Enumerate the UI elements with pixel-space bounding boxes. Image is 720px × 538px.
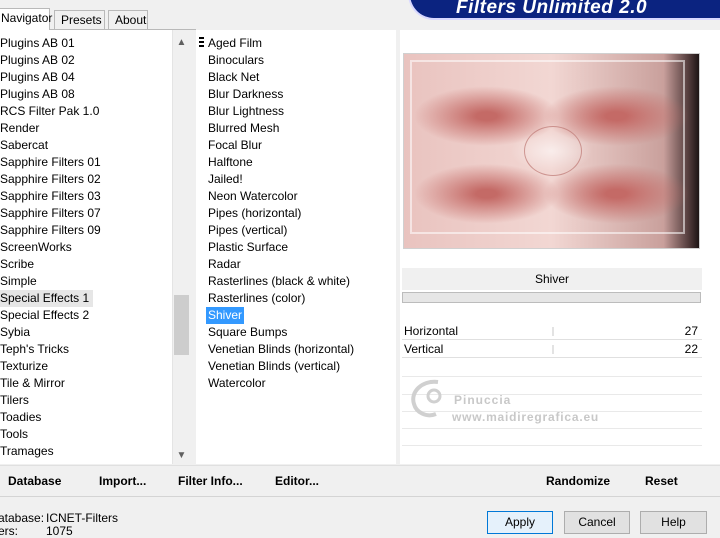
category-scrollbar[interactable]: ▲ ▼	[172, 30, 189, 464]
category-item[interactable]: Sybia	[0, 324, 30, 341]
filter-item[interactable]: Venetian Blinds (vertical)	[206, 358, 342, 375]
tab-about[interactable]: About	[108, 10, 148, 30]
category-item[interactable]: Sapphire Filters 03	[0, 188, 101, 205]
filter-item[interactable]: Aged Film	[206, 35, 264, 52]
help-button[interactable]: Help	[640, 511, 707, 534]
filter-item[interactable]: Halftone	[206, 154, 255, 171]
cancel-button[interactable]: Cancel	[564, 511, 630, 534]
category-item[interactable]: ScreenWorks	[0, 239, 72, 256]
category-item[interactable]: Toadies	[0, 409, 41, 426]
filter-item[interactable]: Black Net	[206, 69, 261, 86]
category-item[interactable]: Plugins AB 08	[0, 86, 75, 103]
category-item[interactable]: Sapphire Filters 01	[0, 154, 101, 171]
filter-item[interactable]: Rasterlines (black & white)	[206, 273, 352, 290]
filter-item[interactable]: Focal Blur	[206, 137, 264, 154]
app-title: Filters Unlimited 2.0	[456, 0, 648, 18]
filter-item[interactable]: Square Bumps	[206, 324, 289, 341]
category-item[interactable]: Sapphire Filters 02	[0, 171, 101, 188]
param-label: Horizontal	[404, 324, 459, 338]
param-value[interactable]: 27	[685, 323, 698, 340]
param-row-horizontal[interactable]: Horizontal 27	[402, 323, 702, 340]
watermark-url: www.maidiregrafica.eu	[452, 410, 600, 424]
filter-item[interactable]: Neon Watercolor	[206, 188, 300, 205]
category-item[interactable]: Tile & Mirror	[0, 375, 65, 392]
filter-info-button[interactable]: Filter Info...	[178, 474, 243, 488]
category-item[interactable]: Render	[0, 120, 39, 137]
scroll-up-icon[interactable]: ▲	[173, 34, 190, 51]
filter-item[interactable]: Blur Lightness	[206, 103, 286, 120]
category-item[interactable]: Special Effects 2	[0, 307, 89, 324]
list-marker-icon	[199, 37, 204, 49]
watermark-logo-icon	[411, 379, 442, 418]
filter-item[interactable]: Radar	[206, 256, 243, 273]
progress-bar	[402, 292, 701, 303]
filter-item[interactable]: Rasterlines (color)	[206, 290, 307, 307]
filter-item[interactable]: Venetian Blinds (horizontal)	[206, 341, 356, 358]
category-item[interactable]: RCS Filter Pak 1.0	[0, 103, 99, 120]
reset-button[interactable]: Reset	[645, 474, 678, 488]
randomize-button[interactable]: Randomize	[546, 474, 610, 488]
filter-item[interactable]: Blurred Mesh	[206, 120, 281, 137]
filter-item[interactable]: Blur Darkness	[206, 86, 285, 103]
apply-button[interactable]: Apply	[487, 511, 553, 534]
import-button[interactable]: Import...	[99, 474, 146, 488]
filter-item[interactable]: Shiver	[206, 307, 245, 324]
category-item[interactable]: Plugins AB 04	[0, 69, 75, 86]
editor-button[interactable]: Editor...	[275, 474, 319, 488]
category-item[interactable]: Tools	[0, 426, 28, 443]
category-item[interactable]: Plugins AB 02	[0, 52, 75, 69]
category-list[interactable]: Plugins AB 01 Plugins AB 02 Plugins AB 04 P…	[0, 30, 172, 464]
category-item[interactable]: Sabercat	[0, 137, 48, 154]
category-item[interactable]: Teph's Tricks	[0, 341, 69, 358]
param-value[interactable]: 22	[685, 341, 698, 358]
param-divider	[402, 445, 702, 446]
param-row-vertical[interactable]: Vertical 22	[402, 341, 702, 358]
watermark: Pinuccia www.maidiregrafica.eu	[408, 378, 638, 428]
param-slider[interactable]	[552, 327, 554, 336]
category-item[interactable]: Tramages	[0, 443, 54, 460]
watermark-name: Pinuccia	[454, 393, 512, 407]
filter-item[interactable]: Pipes (vertical)	[206, 222, 289, 239]
scroll-down-icon[interactable]: ▼	[173, 447, 190, 464]
category-item[interactable]: Sapphire Filters 09	[0, 222, 101, 239]
filter-list[interactable]: Aged Film Binoculars Black Net Blur Darknes…	[196, 30, 396, 464]
category-item[interactable]: Plugins AB 01	[0, 35, 75, 52]
tab-navigator[interactable]: Navigator	[0, 8, 52, 30]
preview-image[interactable]	[403, 53, 700, 249]
param-divider	[402, 428, 702, 429]
filter-item[interactable]: Jailed!	[206, 171, 245, 188]
status-divider	[0, 496, 720, 497]
filter-item[interactable]: Watercolor	[206, 375, 268, 392]
category-item[interactable]: Sapphire Filters 07	[0, 205, 101, 222]
database-value: ICNET-Filters	[46, 511, 118, 525]
category-item[interactable]: Special Effects 1	[0, 290, 94, 307]
category-item[interactable]: Tilers	[0, 392, 29, 409]
category-item[interactable]: Scribe	[0, 256, 34, 273]
selected-filter-name: Shiver	[402, 268, 702, 290]
param-label: Vertical	[404, 342, 444, 356]
category-item[interactable]: Texturize	[0, 358, 48, 375]
database-label: atabase:	[0, 511, 45, 525]
filter-item[interactable]: Plastic Surface	[206, 239, 290, 256]
tab-strip: Navigator Presets About	[0, 8, 200, 30]
param-slider[interactable]	[552, 345, 554, 354]
scroll-thumb[interactable]	[174, 295, 189, 356]
category-item[interactable]: Simple	[0, 273, 37, 290]
database-button[interactable]: Database	[8, 474, 61, 488]
tab-presets[interactable]: Presets	[54, 10, 105, 30]
filter-item[interactable]: Binoculars	[206, 52, 266, 69]
filter-item[interactable]: Pipes (horizontal)	[206, 205, 303, 222]
param-divider	[402, 376, 702, 377]
